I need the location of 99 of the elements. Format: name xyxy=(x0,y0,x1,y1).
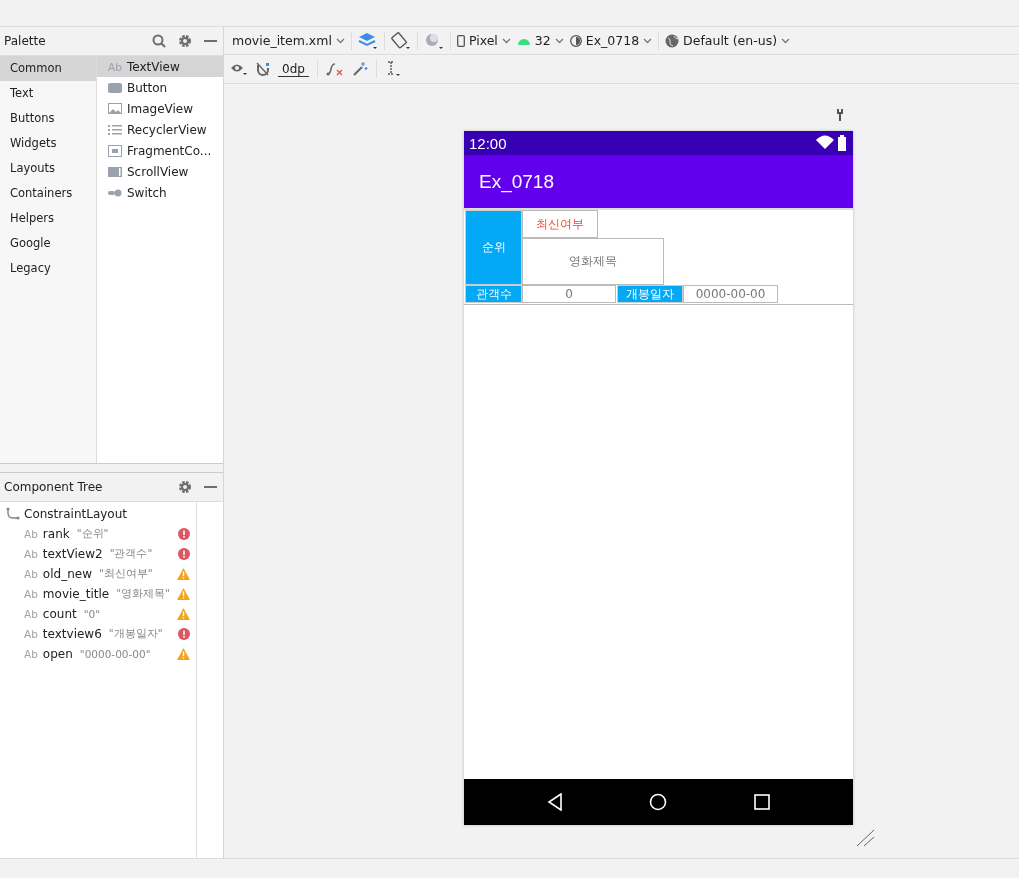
palette-category[interactable]: Helpers xyxy=(0,206,96,231)
palette-item[interactable]: ScrollView xyxy=(97,161,223,182)
phone-icon xyxy=(456,34,465,47)
chevron-icon xyxy=(643,37,653,44)
theme-dropdown[interactable]: Ex_0718 xyxy=(569,33,653,48)
button-icon xyxy=(108,82,123,93)
tree-item[interactable]: Ab old_new "최신여부" xyxy=(0,564,196,584)
scroll-icon xyxy=(108,166,123,177)
component-text: "영화제목" xyxy=(116,587,171,601)
app-bar-title: Ex_0718 xyxy=(479,170,554,193)
status-icons-drawing xyxy=(816,135,846,151)
palette-category[interactable]: Buttons xyxy=(0,106,96,131)
tree-item[interactable]: Ab textView2 "관객수" xyxy=(0,544,196,564)
component-name: rank xyxy=(42,527,70,541)
locale-dropdown[interactable]: Default (en-us) xyxy=(665,33,791,48)
palette-category[interactable]: Containers xyxy=(0,181,96,206)
component-text: "최신여부" xyxy=(98,567,154,581)
palette-item[interactable]: RecyclerView xyxy=(97,119,223,140)
palette-item[interactable]: Button xyxy=(97,77,223,98)
component-name: open xyxy=(42,647,73,661)
magnet-icon[interactable] xyxy=(256,62,270,76)
tree-item[interactable]: Ab count "0" xyxy=(0,604,196,624)
text-icon: Ab xyxy=(24,648,38,660)
palette-category[interactable]: Layouts xyxy=(0,156,96,181)
palette-item[interactable]: ImageView xyxy=(97,98,223,119)
eye-icon[interactable] xyxy=(230,62,248,76)
device-dropdown[interactable]: Pixel xyxy=(456,33,511,48)
image-icon xyxy=(108,103,123,114)
palette-category[interactable]: Text xyxy=(0,81,96,106)
settings-icon[interactable] xyxy=(178,34,192,48)
warning-icon[interactable] xyxy=(177,568,190,580)
component-name: textView2 xyxy=(42,547,103,561)
component-text: "순위" xyxy=(76,527,110,541)
error-icon[interactable] xyxy=(178,528,190,540)
settings-icon[interactable] xyxy=(178,480,192,494)
component-text: "0000-00-00" xyxy=(79,648,152,660)
search-icon[interactable] xyxy=(152,34,166,48)
movie-title-text[interactable]: 영화제목 xyxy=(522,238,664,285)
warning-icon[interactable] xyxy=(177,588,190,600)
api-dropdown[interactable]: 32 xyxy=(516,33,564,48)
palette-item[interactable]: FragmentCo... xyxy=(97,140,223,161)
component-name: textview6 xyxy=(42,627,102,641)
tree-item[interactable]: Ab rank "순위" xyxy=(0,524,196,544)
text-icon: Ab xyxy=(24,528,38,540)
clear-constraints-icon[interactable] xyxy=(325,62,344,76)
text-icon: Ab xyxy=(24,568,38,580)
warning-icon[interactable] xyxy=(177,608,190,620)
night-mode-icon[interactable] xyxy=(423,31,444,50)
tree-item[interactable]: Ab open "0000-00-00" xyxy=(0,644,196,664)
component-text: "관객수" xyxy=(109,547,154,561)
component-name: movie_title xyxy=(42,587,110,601)
magic-wand-icon[interactable] xyxy=(351,61,368,77)
palette-item[interactable]: Ab TextView xyxy=(97,56,223,77)
panel-title: Component Tree xyxy=(4,480,104,494)
error-icon[interactable] xyxy=(178,548,190,560)
component-text: "개봉일자" xyxy=(108,627,164,641)
frame-icon xyxy=(108,144,123,157)
globe-icon xyxy=(665,33,680,48)
rotate-icon[interactable] xyxy=(390,31,411,50)
back-icon[interactable] xyxy=(547,793,564,811)
tree-item[interactable]: Ab textview6 "개봉일자" xyxy=(0,624,196,644)
palette-category[interactable]: Google xyxy=(0,231,96,256)
tree-root[interactable]: ConstraintLayout xyxy=(0,504,196,524)
error-icon[interactable] xyxy=(178,628,190,640)
recents-icon[interactable] xyxy=(753,794,770,810)
component-text: "0" xyxy=(83,608,102,620)
panel-title: Palette xyxy=(4,34,47,48)
text-icon: Ab xyxy=(24,588,38,600)
text-icon: Ab xyxy=(24,608,38,620)
palette-category[interactable]: Legacy xyxy=(0,256,96,281)
layers-icon[interactable] xyxy=(357,31,378,50)
tree-item[interactable]: Ab movie_title "영화제목" xyxy=(0,584,196,604)
connector-icon xyxy=(5,507,21,521)
old-new-text[interactable]: 최신여부 xyxy=(522,210,598,238)
palette-category[interactable]: Widgets xyxy=(0,131,96,156)
home-icon[interactable] xyxy=(649,793,668,811)
android-icon xyxy=(516,36,531,45)
switch-icon xyxy=(108,188,123,197)
file-dropdown[interactable]: movie_item.xml xyxy=(232,33,345,48)
palette-item[interactable]: Switch xyxy=(97,182,223,203)
list-icon xyxy=(108,124,123,135)
chevron-icon xyxy=(501,37,511,44)
warning-icon[interactable] xyxy=(177,648,190,660)
count-text[interactable]: 0 xyxy=(522,285,616,303)
text-icon: Ab xyxy=(24,548,38,560)
status-time: 12:00 xyxy=(469,134,507,152)
text-icon: Ab xyxy=(108,60,123,73)
component-name: count xyxy=(42,607,77,621)
palette-category[interactable]: Common xyxy=(0,56,96,81)
open-date-text[interactable]: 0000-00-00 xyxy=(683,285,778,303)
default-margin-dropdown[interactable]: 0dp xyxy=(278,61,309,77)
theme-icon xyxy=(569,34,582,47)
chevron-icon xyxy=(781,37,791,44)
chevron-icon xyxy=(335,37,345,44)
resize-handle[interactable] xyxy=(856,829,876,847)
component-name: old_new xyxy=(42,567,92,581)
chevron-icon xyxy=(554,37,564,44)
pin-icon[interactable] xyxy=(836,109,844,121)
text-icon: Ab xyxy=(24,628,38,640)
